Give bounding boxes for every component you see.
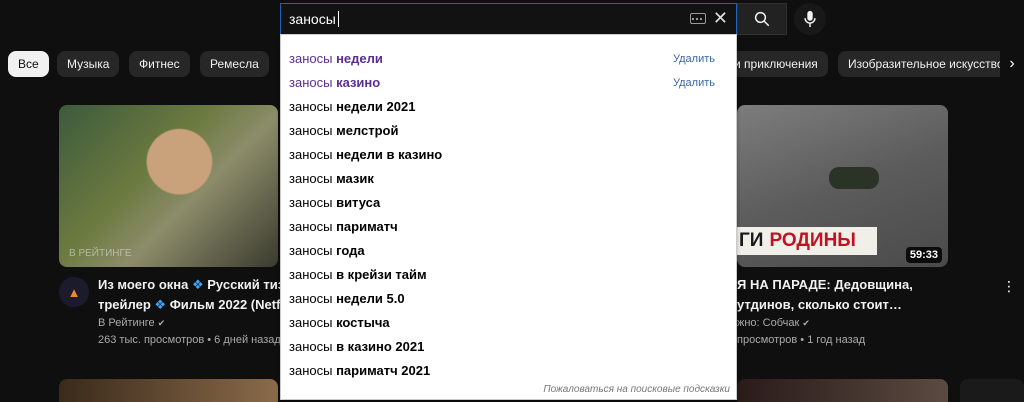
suggestion-prefix: заносы	[289, 363, 333, 378]
suggestion-item[interactable]: заносы недели в казино	[289, 143, 729, 167]
suggestion-prefix: заносы	[289, 219, 333, 234]
suggestion-item[interactable]: заносы недели 2021	[289, 95, 729, 119]
voice-search-button[interactable]	[794, 3, 826, 35]
search-box[interactable]: заносы ✕	[280, 3, 737, 35]
remove-history-button[interactable]: Удалить	[673, 71, 715, 95]
diamond-icon: ❖	[191, 277, 204, 292]
chip-fine-art[interactable]: Изобразительное искусство	[838, 51, 1014, 77]
thumbnail-figure	[829, 167, 879, 189]
suggestion-item[interactable]: заносы года	[289, 239, 729, 263]
suggestion-item[interactable]: заносы мазик	[289, 167, 729, 191]
suggestion-completion: недели	[336, 51, 383, 66]
suggestion-completion: костыча	[336, 315, 390, 330]
report-suggestions-link[interactable]: Пожаловаться на поисковые подсказки	[543, 384, 730, 395]
suggestion-completion: года	[336, 243, 365, 258]
diamond-icon: ❖	[154, 297, 167, 312]
verified-icon: ✔	[802, 318, 810, 328]
suggestion-item[interactable]: заносы костыча	[289, 311, 729, 335]
suggestion-prefix: заносы	[289, 171, 333, 186]
suggestion-prefix: заносы	[289, 51, 333, 66]
video-thumbnail[interactable]: В РЕЙТИНГЕ	[59, 105, 278, 267]
suggestion-item[interactable]: заносы недели 5.0	[289, 287, 729, 311]
suggestion-completion: недели в казино	[336, 147, 443, 162]
search-icon	[754, 11, 770, 27]
keyboard-icon[interactable]	[690, 13, 706, 24]
search-button[interactable]	[737, 3, 787, 35]
suggestion-item[interactable]: заносы казино Удалить	[289, 71, 729, 95]
video-thumbnail[interactable]: ГИ РОДИНЫ 59:33	[737, 105, 948, 267]
suggestion-completion: казино	[336, 75, 381, 90]
suggestion-item[interactable]: заносы в казино 2021	[289, 335, 729, 359]
chip-all[interactable]: Все	[8, 51, 49, 77]
suggestion-prefix: заносы	[289, 339, 333, 354]
suggestion-item[interactable]: заносы париматч 2021	[289, 359, 729, 383]
video-thumbnail[interactable]	[960, 379, 1024, 402]
suggestion-prefix: заносы	[289, 291, 333, 306]
suggestion-item[interactable]: заносы недели Удалить	[289, 47, 729, 71]
suggestion-prefix: заносы	[289, 123, 333, 138]
remove-history-button[interactable]: Удалить	[673, 47, 715, 71]
suggestion-completion: париматч 2021	[336, 363, 431, 378]
suggestion-item[interactable]: заносы париматч	[289, 215, 729, 239]
channel-name[interactable]: жно: Собчак ✔	[737, 314, 810, 332]
suggestion-prefix: заносы	[289, 147, 333, 162]
suggestion-item[interactable]: заносы витуса	[289, 191, 729, 215]
video-duration: 59:33	[905, 247, 942, 263]
video-title[interactable]: Из моего окна ❖ Русский тиз трейлер ❖ Фи…	[98, 275, 284, 315]
chip-fitness[interactable]: Фитнес	[129, 51, 190, 77]
close-icon[interactable]: ✕	[713, 8, 728, 29]
suggestion-completion: мелстрой	[336, 123, 399, 138]
suggestion-completion: в казино 2021	[336, 339, 425, 354]
video-title[interactable]: Я НА ПАРАДЕ: Дедовщина, утдинов, сколько…	[737, 275, 913, 315]
verified-icon: ✔	[157, 318, 166, 328]
suggestion-prefix: заносы	[289, 75, 333, 90]
suggestion-completion: мазик	[336, 171, 374, 186]
search-suggestions-dropdown: заносы недели Удалить заносы казино Удалить…	[280, 34, 737, 400]
video-stats: просмотров • 1 год назад	[737, 334, 866, 346]
more-options-icon[interactable]: ⋮	[1002, 278, 1016, 295]
thumbnail-banner: ГИ РОДИНЫ	[737, 227, 877, 255]
suggestion-item[interactable]: заносы мелстрой	[289, 119, 729, 143]
suggestion-item[interactable]: заносы в крейзи тайм	[289, 263, 729, 287]
text-caret	[337, 11, 339, 27]
channel-name[interactable]: В Рейтинге ✔	[98, 314, 165, 332]
suggestion-prefix: заносы	[289, 315, 333, 330]
chip-adventures[interactable]: и приключения	[724, 51, 828, 77]
channel-avatar[interactable]: ▲	[59, 277, 89, 307]
video-thumbnail[interactable]	[737, 379, 948, 402]
video-stats: 263 тыс. просмотров • 6 дней назад	[98, 334, 281, 346]
suggestion-completion: недели 2021	[336, 99, 416, 114]
suggestion-completion: в крейзи тайм	[336, 267, 427, 282]
chip-crafts[interactable]: Ремесла	[200, 51, 269, 77]
chevron-right-icon[interactable]: ›	[1000, 50, 1024, 78]
suggestion-completion: париматч	[336, 219, 398, 234]
suggestion-prefix: заносы	[289, 243, 333, 258]
chip-music[interactable]: Музыка	[57, 51, 120, 77]
search-input[interactable]: заносы	[289, 11, 336, 27]
microphone-icon	[804, 10, 816, 28]
suggestion-prefix: заносы	[289, 99, 333, 114]
thumbnail-watermark: В РЕЙТИНГЕ	[69, 248, 132, 259]
suggestion-prefix: заносы	[289, 267, 333, 282]
suggestion-completion: витуса	[336, 195, 381, 210]
suggestion-prefix: заносы	[289, 195, 333, 210]
video-thumbnail[interactable]	[59, 379, 278, 402]
suggestion-completion: недели 5.0	[336, 291, 405, 306]
